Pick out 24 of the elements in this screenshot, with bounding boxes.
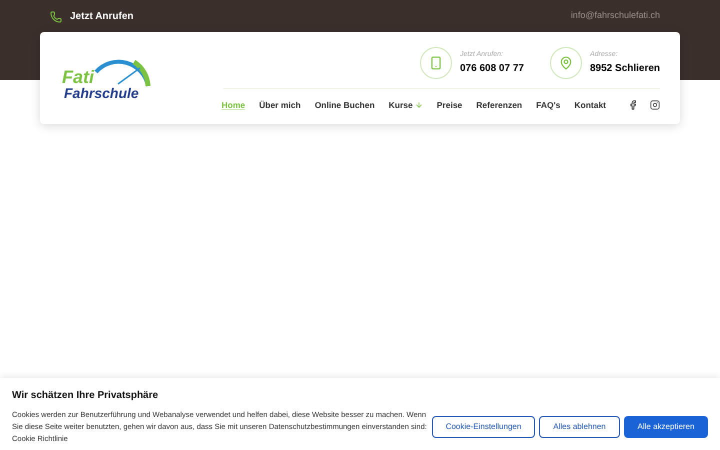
- logo-text: Fati: [62, 68, 94, 86]
- phone-icon: [429, 56, 443, 70]
- nav-link[interactable]: FAQ's: [536, 98, 560, 112]
- phone-icon: [50, 10, 62, 22]
- arrow-down-icon: [414, 101, 423, 109]
- contact-value: 076 608 07 77: [460, 62, 525, 76]
- logo-subtext: Fahrschule: [64, 86, 139, 100]
- logo[interactable]: Fati Fahrschule: [60, 50, 152, 106]
- cookie-title: Wir schätzen Ihre Privatsphäre: [12, 389, 160, 403]
- cookie-button[interactable]: Cookie-Einstellungen: [432, 416, 535, 438]
- email-link[interactable]: info@fahrschulefati.ch: [570, 9, 660, 22]
- nav-link[interactable]: Über mich: [259, 98, 301, 112]
- instagram-icon[interactable]: [650, 100, 660, 110]
- nav-link[interactable]: Online Buchen: [314, 98, 375, 112]
- cookie-button[interactable]: Alles ablehnen: [539, 416, 620, 438]
- nav-link[interactable]: Referenzen: [476, 98, 522, 112]
- facebook-icon[interactable]: [628, 100, 638, 110]
- nav-link[interactable]: Preise: [436, 98, 462, 112]
- nav-link[interactable]: Kurse: [388, 98, 423, 112]
- contact-value: 8952 Schlieren: [590, 62, 660, 76]
- location-pin-icon: [559, 56, 573, 70]
- nav-link[interactable]: Kontakt: [574, 98, 606, 112]
- call-link[interactable]: Jetzt Anrufen: [70, 9, 134, 24]
- cookie-button[interactable]: Alle akzeptieren: [624, 416, 708, 438]
